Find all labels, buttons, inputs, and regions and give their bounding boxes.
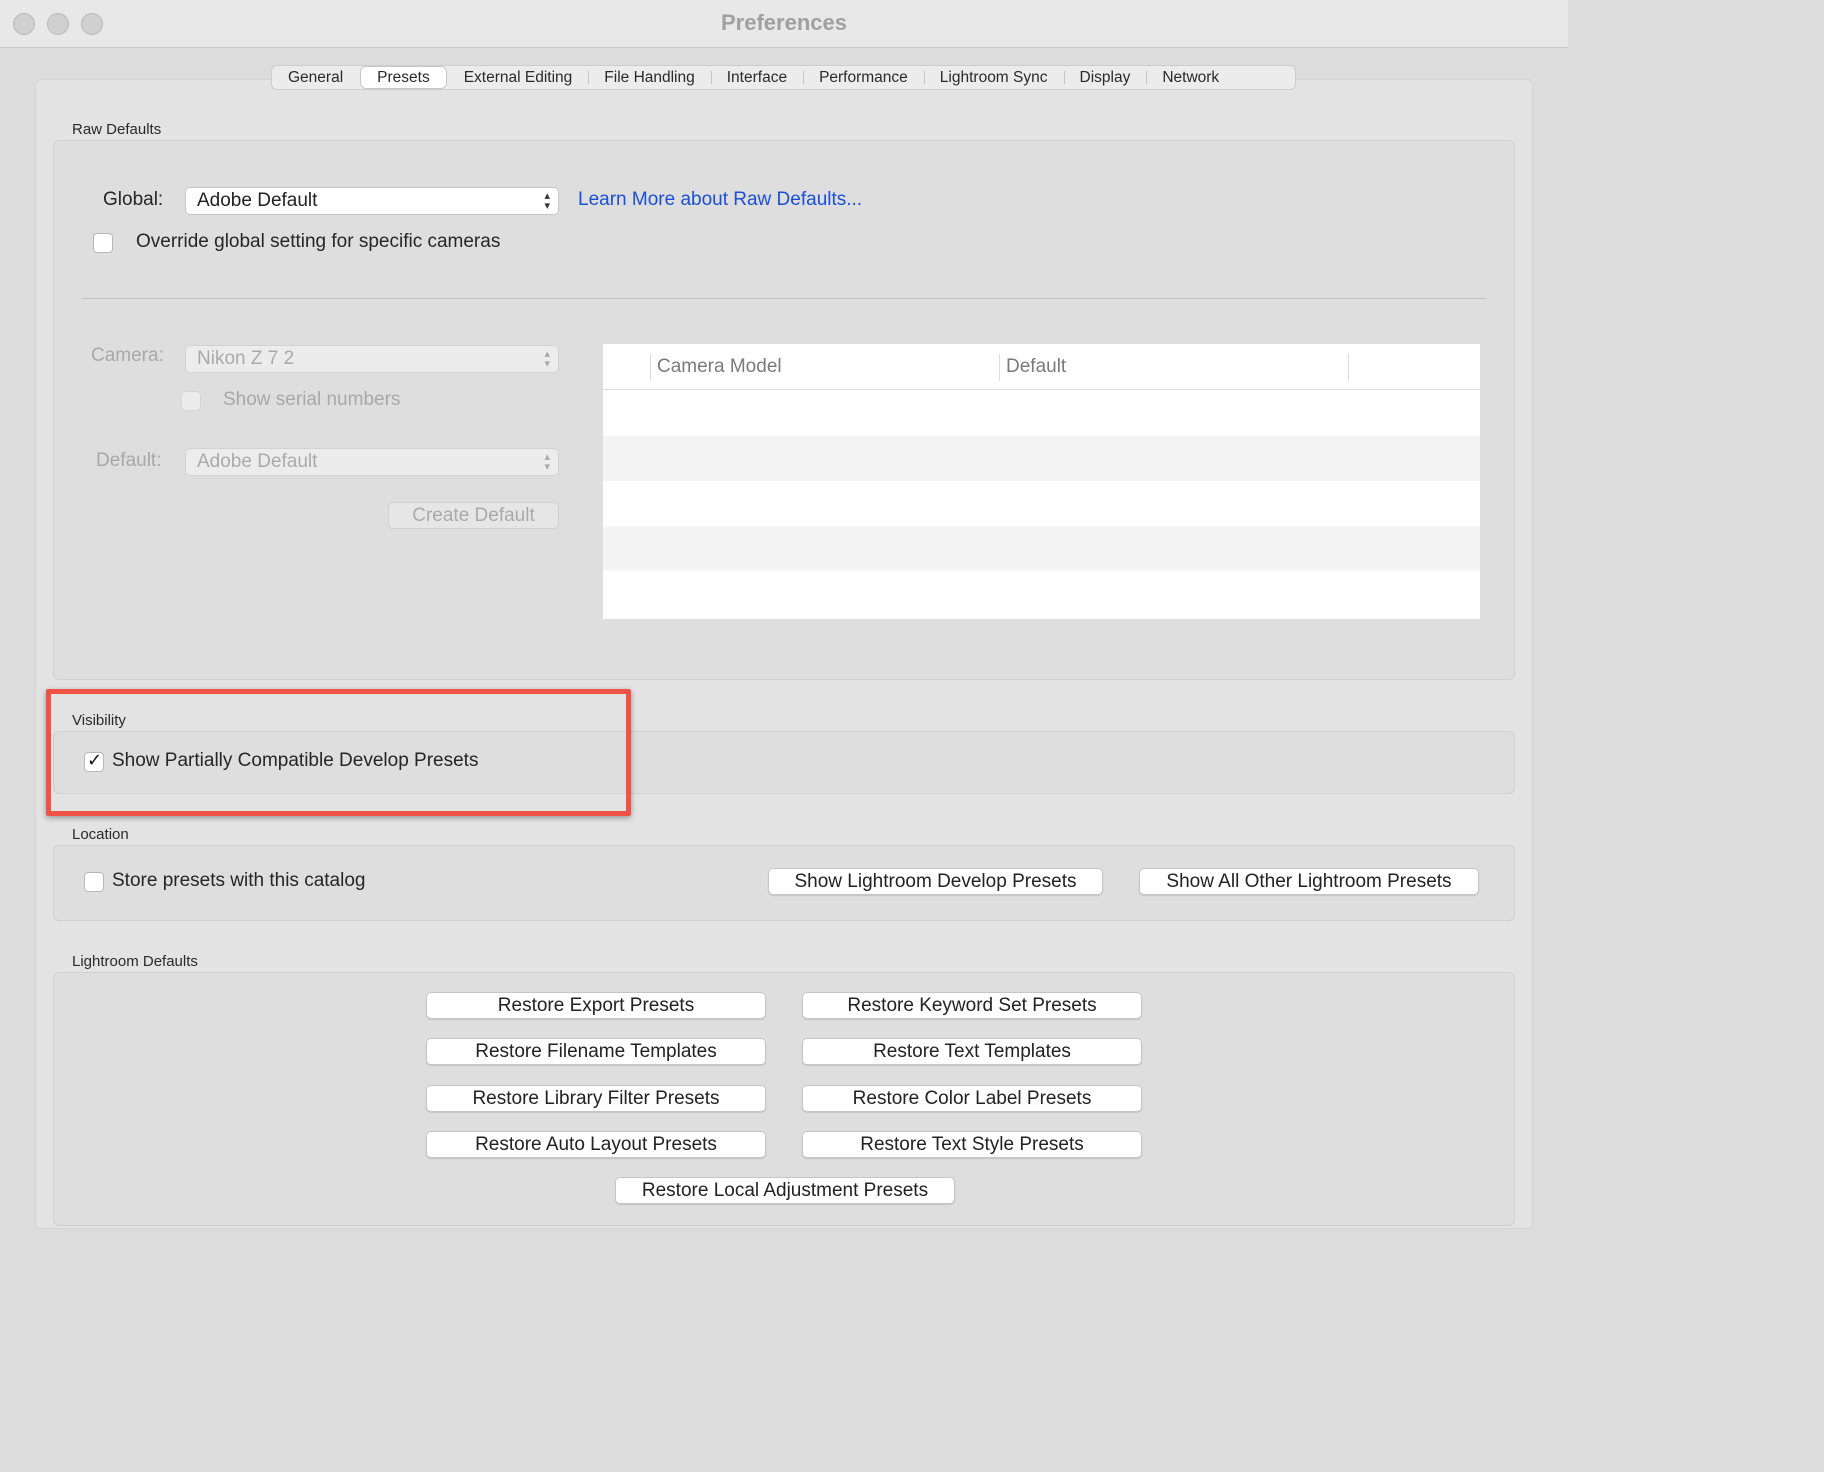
raw-defaults-heading: Raw Defaults <box>72 121 162 138</box>
table-row[interactable] <box>603 481 1480 526</box>
column-divider <box>650 354 651 381</box>
global-select-value: Adobe Default <box>197 190 318 211</box>
column-divider <box>1348 354 1349 381</box>
override-label: Override global setting for specific cam… <box>136 231 501 252</box>
tab-network[interactable]: Network <box>1146 67 1235 88</box>
column-header-default[interactable]: Default <box>1006 356 1066 378</box>
table-row[interactable] <box>603 526 1480 571</box>
restore-text-templates-button[interactable]: Restore Text Templates <box>802 1038 1142 1065</box>
restore-filename-templates-button[interactable]: Restore Filename Templates <box>426 1038 766 1065</box>
camera-select-value: Nikon Z 7 2 <box>197 348 295 369</box>
show-serial-label: Show serial numbers <box>223 389 401 410</box>
chevron-updown-icon: ▴ ▾ <box>544 190 550 212</box>
camera-select[interactable]: Nikon Z 7 2 ▴ ▾ <box>185 345 559 373</box>
restore-text-style-presets-button[interactable]: Restore Text Style Presets <box>802 1131 1142 1158</box>
default-select-value: Adobe Default <box>197 451 318 472</box>
default-select[interactable]: Adobe Default ▴ ▾ <box>185 448 559 476</box>
tab-interface[interactable]: Interface <box>710 67 803 88</box>
restore-export-presets-button[interactable]: Restore Export Presets <box>426 992 766 1019</box>
tab-file-handling[interactable]: File Handling <box>588 67 710 88</box>
camera-label: Camera: <box>91 345 164 366</box>
learn-more-link[interactable]: Learn More about Raw Defaults... <box>578 189 862 211</box>
tab-general[interactable]: General <box>272 67 359 88</box>
global-select[interactable]: Adobe Default ▴ ▾ <box>185 187 559 215</box>
override-checkbox[interactable] <box>93 233 113 253</box>
tab-lightroom-sync[interactable]: Lightroom Sync <box>923 67 1064 88</box>
show-serial-checkbox[interactable] <box>181 391 201 411</box>
restore-keyword-set-presets-button[interactable]: Restore Keyword Set Presets <box>802 992 1142 1019</box>
column-header-camera-model[interactable]: Camera Model <box>657 356 782 378</box>
create-default-button[interactable]: Create Default <box>388 502 559 529</box>
table-row[interactable] <box>603 436 1480 481</box>
show-other-presets-button[interactable]: Show All Other Lightroom Presets <box>1139 868 1479 895</box>
chevron-updown-icon: ▴ ▾ <box>544 451 550 473</box>
tab-bar: General Presets External Editing File Ha… <box>271 65 1296 90</box>
column-divider <box>999 354 1000 381</box>
default-label: Default: <box>96 450 162 471</box>
table-row[interactable] <box>603 391 1480 436</box>
store-presets-checkbox[interactable] <box>84 872 104 892</box>
restore-local-adjustment-presets-button[interactable]: Restore Local Adjustment Presets <box>615 1177 955 1204</box>
table-header: Camera Model Default <box>603 344 1480 390</box>
lightroom-defaults-heading: Lightroom Defaults <box>72 953 198 970</box>
global-label: Global: <box>103 189 164 210</box>
camera-defaults-table: Camera Model Default <box>603 344 1480 619</box>
show-develop-presets-button[interactable]: Show Lightroom Develop Presets <box>768 868 1103 895</box>
location-heading: Location <box>72 826 129 843</box>
tab-display[interactable]: Display <box>1063 67 1147 88</box>
restore-library-filter-presets-button[interactable]: Restore Library Filter Presets <box>426 1085 766 1112</box>
section-divider <box>82 298 1486 299</box>
tab-external-editing[interactable]: External Editing <box>448 67 589 88</box>
table-row[interactable] <box>603 571 1480 616</box>
restore-color-label-presets-button[interactable]: Restore Color Label Presets <box>802 1085 1142 1112</box>
chevron-updown-icon: ▴ ▾ <box>544 348 550 370</box>
restore-auto-layout-presets-button[interactable]: Restore Auto Layout Presets <box>426 1131 766 1158</box>
store-presets-label: Store presets with this catalog <box>112 870 366 891</box>
window-title: Preferences <box>721 10 847 35</box>
tab-performance[interactable]: Performance <box>803 67 924 88</box>
highlight-annotation <box>46 689 631 816</box>
tab-presets[interactable]: Presets <box>361 67 446 88</box>
